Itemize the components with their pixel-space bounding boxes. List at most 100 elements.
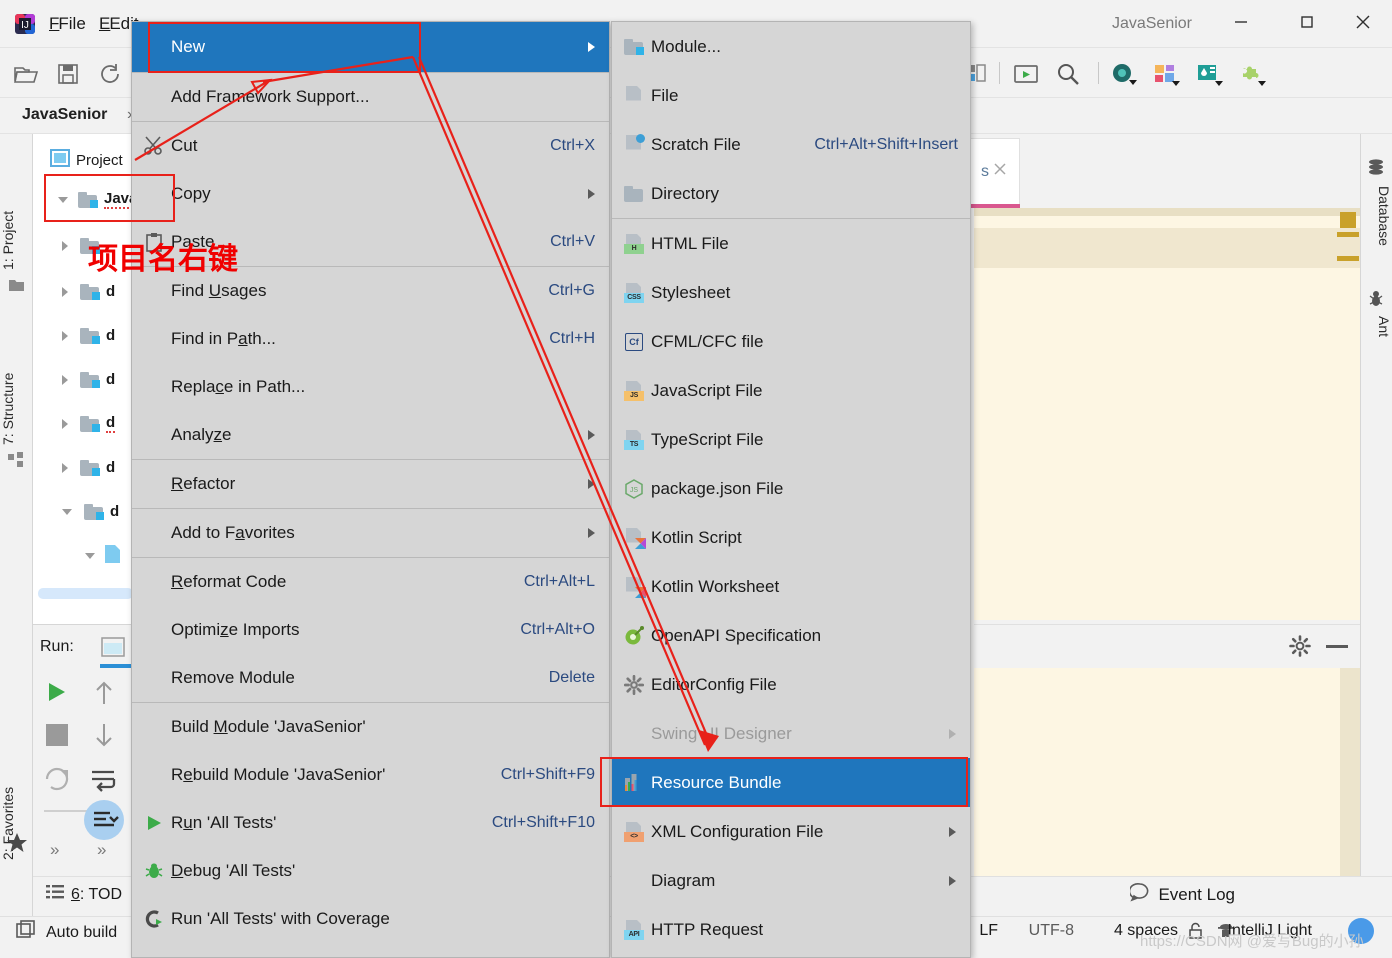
chevron-right-icon[interactable] — [62, 241, 68, 251]
submenu-item-module[interactable]: Module... — [612, 22, 970, 71]
tree-node-4[interactable]: d — [62, 365, 115, 394]
tree-node-7[interactable]: d — [62, 497, 119, 526]
open-folder-icon[interactable] — [13, 62, 39, 91]
tree-node-1[interactable] — [62, 231, 100, 260]
project-horizontal-scrollbar[interactable] — [38, 588, 133, 599]
menu-item-analyze[interactable]: Analyze — [132, 411, 609, 459]
chevron-down-icon[interactable] — [62, 509, 72, 515]
scroll-to-end-icon[interactable] — [84, 800, 124, 840]
close-icon[interactable] — [993, 162, 1007, 181]
submenu-item-file[interactable]: File — [612, 71, 970, 120]
menu-item-refactor[interactable]: Refactor — [132, 460, 609, 508]
tree-node-3[interactable]: d — [62, 321, 115, 350]
menu-item-add-to-favorites[interactable]: Add to Favorites — [132, 509, 609, 557]
event-log-button[interactable]: Event Log — [1130, 882, 1235, 907]
rerun-failed-icon[interactable] — [44, 766, 70, 792]
breadcrumb-javasenior[interactable]: JavaSenior — [22, 106, 107, 124]
tree-node-8[interactable] — [85, 541, 120, 570]
chevron-down-icon[interactable] — [58, 197, 68, 203]
layout-grid-icon[interactable] — [1153, 62, 1183, 91]
tree-node-2[interactable]: d — [62, 277, 115, 306]
maximize-button[interactable] — [1284, 0, 1330, 44]
menu-item-find-in-path[interactable]: Find in Path... Ctrl+H — [132, 315, 609, 363]
minimize-button[interactable] — [1218, 0, 1264, 44]
chevron-right-icon[interactable] — [62, 331, 68, 341]
menu-file[interactable]: FFile — [49, 14, 86, 34]
submenu-item-javascript-file[interactable]: JS JavaScript File — [612, 366, 970, 415]
menu-item-replace-in-path[interactable]: Replace in Path... — [132, 363, 609, 411]
tree-node-5[interactable]: d — [62, 409, 115, 438]
chevron-down-icon[interactable] — [85, 553, 95, 559]
more-right-icon[interactable]: » — [97, 840, 106, 860]
menu-item-run-with-coverage[interactable]: Run 'All Tests' with Coverage — [132, 895, 609, 943]
menu-item-debug-all-tests[interactable]: Debug 'All Tests' — [132, 847, 609, 895]
search-everywhere-icon[interactable] — [1055, 62, 1081, 91]
editor-content-lower[interactable] — [974, 668, 1360, 876]
menu-item-run-all-tests[interactable]: Run 'All Tests' Ctrl+Shift+F10 — [132, 799, 609, 847]
plugins-puzzle-icon[interactable] — [1239, 62, 1269, 91]
submenu-item-typescript-file[interactable]: TS TypeScript File — [612, 415, 970, 464]
run-icon[interactable] — [44, 680, 72, 708]
chevron-right-icon[interactable] — [62, 287, 68, 297]
sidebar-item-ant[interactable]: Ant — [1359, 316, 1392, 368]
ink-tool-icon[interactable] — [1196, 62, 1226, 91]
error-stripe-line-1[interactable] — [1337, 232, 1359, 237]
chevron-right-icon[interactable] — [62, 419, 68, 429]
stop-icon[interactable] — [46, 724, 68, 746]
tree-node-6[interactable]: d — [62, 453, 115, 482]
soft-wrap-icon[interactable] — [90, 766, 116, 792]
menu-item-cut[interactable]: Cut Ctrl+X — [132, 122, 609, 170]
menu-item-reformat-code[interactable]: Reformat Code Ctrl+Alt+L — [132, 558, 609, 606]
menu-item-add-framework-support[interactable]: Add Framework Support... — [132, 73, 609, 121]
submenu-item-kotlin-script[interactable]: Kotlin Script — [612, 513, 970, 562]
sync-refresh-icon[interactable] — [98, 62, 122, 91]
project-context-menu[interactable]: New Add Framework Support... Cut Ctrl+X … — [131, 21, 610, 958]
run-configurations-icon[interactable] — [1013, 62, 1039, 91]
submenu-item-http-request[interactable]: API HTTP Request — [612, 905, 970, 954]
submenu-item-xml-configuration-file[interactable]: <> XML Configuration File — [612, 807, 970, 856]
gear-icon[interactable] — [1288, 634, 1312, 658]
encoding-indicator[interactable]: UTF-8 — [1029, 922, 1074, 940]
menu-item-optimize-imports[interactable]: Optimize Imports Ctrl+Alt+O — [132, 606, 609, 654]
submenu-item-diagram[interactable]: Diagram — [612, 856, 970, 905]
project-view-header[interactable]: Project — [50, 146, 123, 174]
menu-item-rebuild-module[interactable]: Rebuild Module 'JavaSenior' Ctrl+Shift+F… — [132, 751, 609, 799]
submenu-item-directory[interactable]: Directory — [612, 169, 970, 218]
tool-button-todo[interactable]: 6: TOD — [46, 884, 122, 905]
database-inspect-icon[interactable] — [1110, 62, 1140, 91]
submenu-item-cfml-file[interactable]: Cf CFML/CFC file — [612, 317, 970, 366]
editor-tab[interactable]: s — [968, 138, 1020, 204]
editor-content-upper[interactable] — [974, 208, 1360, 620]
more-left-icon[interactable]: » — [50, 840, 59, 860]
submenu-item-html-file[interactable]: H HTML File — [612, 219, 970, 268]
close-button[interactable] — [1340, 0, 1386, 44]
theme-indicator[interactable]: IntelliJ Light — [1228, 922, 1313, 940]
submenu-item-stylesheet[interactable]: CSS Stylesheet — [612, 268, 970, 317]
line-separator-indicator[interactable]: LF — [979, 922, 998, 940]
save-all-icon[interactable] — [56, 62, 80, 91]
sidebar-item-structure[interactable]: 7: Structure — [0, 300, 33, 445]
submenu-item-package-json-file[interactable]: JS package.json File — [612, 464, 970, 513]
menu-item-paste[interactable]: Paste Ctrl+V — [132, 218, 609, 266]
submenu-item-openapi-specification[interactable]: OpenAPI Specification — [612, 611, 970, 660]
submenu-item-editorconfig-file[interactable]: EditorConfig File — [612, 660, 970, 709]
menu-item-remove-module[interactable]: Remove Module Delete — [132, 654, 609, 702]
menu-item-build-module[interactable]: Build Module 'JavaSenior' — [132, 703, 609, 751]
submenu-item-kotlin-worksheet[interactable]: Kotlin Worksheet — [612, 562, 970, 611]
minimize-tool-window-icon[interactable] — [1326, 645, 1348, 648]
step-down-icon[interactable] — [92, 722, 116, 748]
run-tab-icon[interactable] — [100, 636, 126, 658]
chevron-right-icon[interactable] — [62, 463, 68, 473]
indent-indicator[interactable]: 4 spaces — [1114, 922, 1178, 940]
step-up-icon[interactable] — [92, 680, 116, 706]
submenu-item-resource-bundle[interactable]: Resource Bundle — [612, 758, 970, 807]
user-avatar[interactable] — [1348, 918, 1374, 944]
unlock-icon[interactable] — [1188, 922, 1204, 940]
menu-item-copy[interactable]: Copy — [132, 170, 609, 218]
submenu-item-scratch-file[interactable]: Scratch File Ctrl+Alt+Shift+Insert — [612, 120, 970, 169]
sidebar-item-project[interactable]: 1: Project — [0, 152, 33, 270]
auto-build-indicator[interactable]: Auto build — [16, 920, 117, 945]
menu-item-new[interactable]: New — [132, 22, 609, 72]
error-stripe-line-2[interactable] — [1337, 256, 1359, 261]
chevron-right-icon[interactable] — [62, 375, 68, 385]
